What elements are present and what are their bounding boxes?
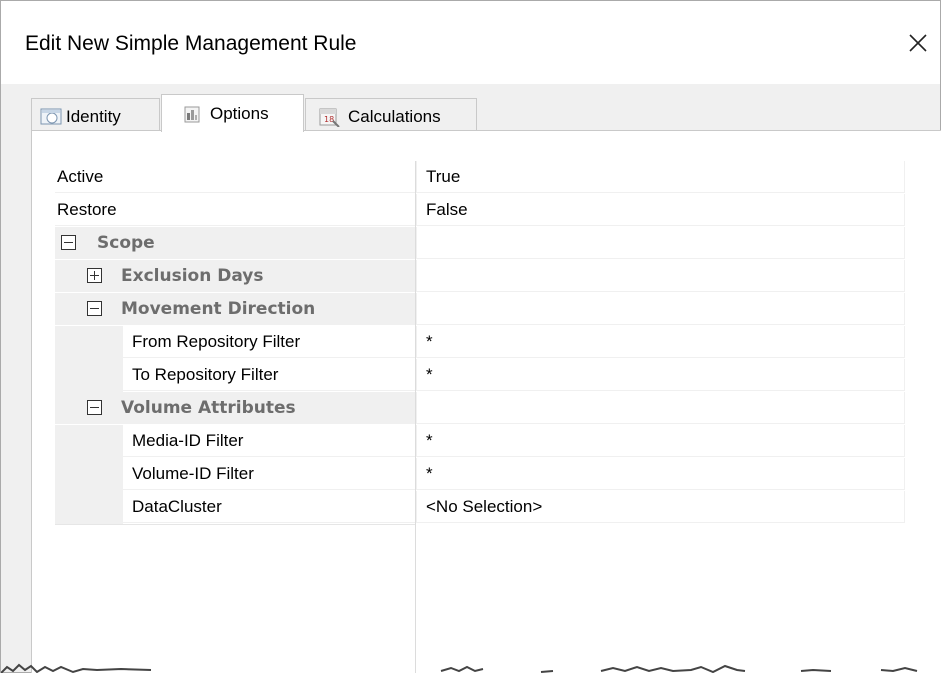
tab-strip: Identity Options 18 Calculations <box>31 94 491 132</box>
title-bar: Edit New Simple Management Rule <box>1 1 940 84</box>
property-name: Active <box>55 161 415 193</box>
category-value <box>416 260 905 292</box>
property-row-restore[interactable]: Restore False <box>55 194 905 227</box>
property-value-volume-id-filter[interactable]: * <box>416 458 905 490</box>
property-value-to-repository-filter[interactable]: * <box>416 359 905 391</box>
property-row-media-id-filter[interactable]: Media-ID Filter * <box>55 425 905 458</box>
category-value <box>416 227 905 259</box>
close-button[interactable] <box>897 23 937 63</box>
category-name: Movement Direction <box>55 293 415 325</box>
dialog-window: Edit New Simple Management Rule Identity <box>0 0 941 673</box>
expand-icon[interactable] <box>87 268 102 283</box>
grid-bottom-line <box>55 524 415 525</box>
svg-text:18: 18 <box>324 115 334 124</box>
category-row-movement-direction[interactable]: Movement Direction <box>55 293 905 326</box>
category-row-scope[interactable]: Scope <box>55 227 905 260</box>
property-name: Volume-ID Filter <box>55 458 415 491</box>
property-value-media-id-filter[interactable]: * <box>416 425 905 457</box>
property-value-restore[interactable]: False <box>416 194 905 226</box>
property-row-volume-id-filter[interactable]: Volume-ID Filter * <box>55 458 905 491</box>
category-name: Volume Attributes <box>55 392 415 424</box>
options-icon <box>182 104 204 123</box>
property-row-from-repository-filter[interactable]: From Repository Filter * <box>55 326 905 359</box>
tab-identity[interactable]: Identity <box>31 98 160 132</box>
tab-identity-label: Identity <box>66 107 121 126</box>
collapse-icon[interactable] <box>61 235 76 250</box>
tab-calculations[interactable]: 18 Calculations <box>305 98 477 132</box>
property-value-datacluster[interactable]: <No Selection> <box>416 491 905 523</box>
dialog-title: Edit New Simple Management Rule <box>25 32 357 55</box>
tab-options-label: Options <box>210 104 269 123</box>
property-name: To Repository Filter <box>55 359 415 392</box>
property-value-from-repository-filter[interactable]: * <box>416 326 905 358</box>
identity-icon <box>40 107 62 125</box>
category-row-exclusion-days[interactable]: Exclusion Days <box>55 260 905 293</box>
category-row-volume-attributes[interactable]: Volume Attributes <box>55 392 905 425</box>
close-icon <box>909 34 927 52</box>
tab-calculations-label: Calculations <box>348 107 441 126</box>
category-name: Scope <box>55 227 415 259</box>
property-grid: Active True Restore False Scope Exclusio… <box>55 161 905 673</box>
calculations-icon: 18 <box>318 107 340 128</box>
property-row-to-repository-filter[interactable]: To Repository Filter * <box>55 359 905 392</box>
property-row-datacluster[interactable]: DataCluster <No Selection> <box>55 491 905 524</box>
category-name: Exclusion Days <box>55 260 415 292</box>
property-name: DataCluster <box>55 491 415 524</box>
category-value <box>416 293 905 325</box>
cropped-content-strip <box>0 661 941 673</box>
tab-options[interactable]: Options <box>161 94 304 132</box>
property-row-active[interactable]: Active True <box>55 161 905 194</box>
property-name: Restore <box>55 194 415 226</box>
category-value <box>416 392 905 424</box>
property-name: Media-ID Filter <box>55 425 415 458</box>
property-value-active[interactable]: True <box>416 161 905 193</box>
collapse-icon[interactable] <box>87 400 102 415</box>
collapse-icon[interactable] <box>87 301 102 316</box>
property-name: From Repository Filter <box>55 326 415 359</box>
